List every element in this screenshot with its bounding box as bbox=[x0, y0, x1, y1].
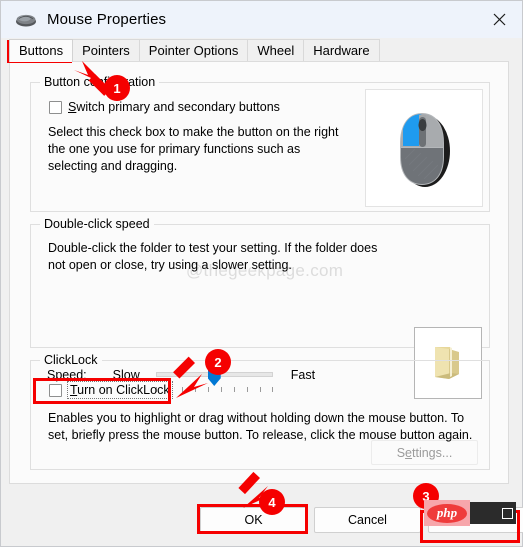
mouse-properties-window: Mouse Properties Buttons Pointers Pointe… bbox=[0, 0, 523, 547]
close-icon[interactable] bbox=[476, 1, 522, 38]
button-configuration-title: Button configuration bbox=[40, 75, 160, 89]
tab-hardware[interactable]: Hardware bbox=[303, 39, 380, 62]
mouse-icon bbox=[15, 12, 37, 28]
cancel-label: Cancel bbox=[348, 513, 387, 527]
switch-buttons-checkbox[interactable] bbox=[49, 100, 62, 114]
cancel-button[interactable]: Cancel bbox=[314, 507, 421, 533]
tab-pointer-options[interactable]: Pointer Options bbox=[138, 39, 249, 62]
settings-accesskey: e bbox=[405, 445, 412, 460]
settings-label-suffix: ttings... bbox=[412, 445, 453, 460]
tab-content-panel: Button configuration Switch primary and … bbox=[9, 61, 509, 484]
settings-label-prefix: S bbox=[396, 445, 406, 460]
title-bar: Mouse Properties bbox=[1, 1, 522, 38]
tab-pointers[interactable]: Pointers bbox=[72, 39, 140, 62]
clicklock-checkbox-row[interactable]: Turn on ClickLock bbox=[49, 381, 173, 399]
tab-strip: Buttons Pointers Pointer Options Wheel H… bbox=[1, 38, 522, 62]
mouse-preview-icon bbox=[365, 89, 483, 207]
settings-label: Settings... bbox=[397, 446, 453, 460]
switch-buttons-checkbox-row[interactable]: Switch primary and secondary buttons bbox=[49, 100, 280, 114]
clicklock-label-rest: urn on ClickLock bbox=[77, 383, 170, 397]
apply-button[interactable] bbox=[428, 507, 523, 533]
double-click-speed-title: Double-click speed bbox=[40, 217, 154, 231]
window-title: Mouse Properties bbox=[47, 11, 167, 28]
clicklock-label: Turn on ClickLock bbox=[67, 381, 173, 399]
clicklock-title: ClickLock bbox=[40, 353, 102, 367]
double-click-speed-description: Double-click the folder to test your set… bbox=[48, 241, 378, 272]
switch-buttons-label: Switch primary and secondary buttons bbox=[68, 100, 280, 114]
tab-wheel[interactable]: Wheel bbox=[247, 39, 305, 62]
switch-buttons-label-rest: witch primary and secondary buttons bbox=[76, 100, 280, 114]
clicklock-checkbox[interactable] bbox=[49, 383, 62, 397]
clicklock-description: Enables you to highlight or drag without… bbox=[48, 411, 473, 442]
ok-button[interactable]: OK bbox=[200, 507, 307, 533]
ok-label: OK bbox=[244, 513, 263, 527]
tab-buttons[interactable]: Buttons bbox=[9, 39, 74, 62]
button-configuration-description: Select this check box to make the button… bbox=[48, 125, 339, 173]
